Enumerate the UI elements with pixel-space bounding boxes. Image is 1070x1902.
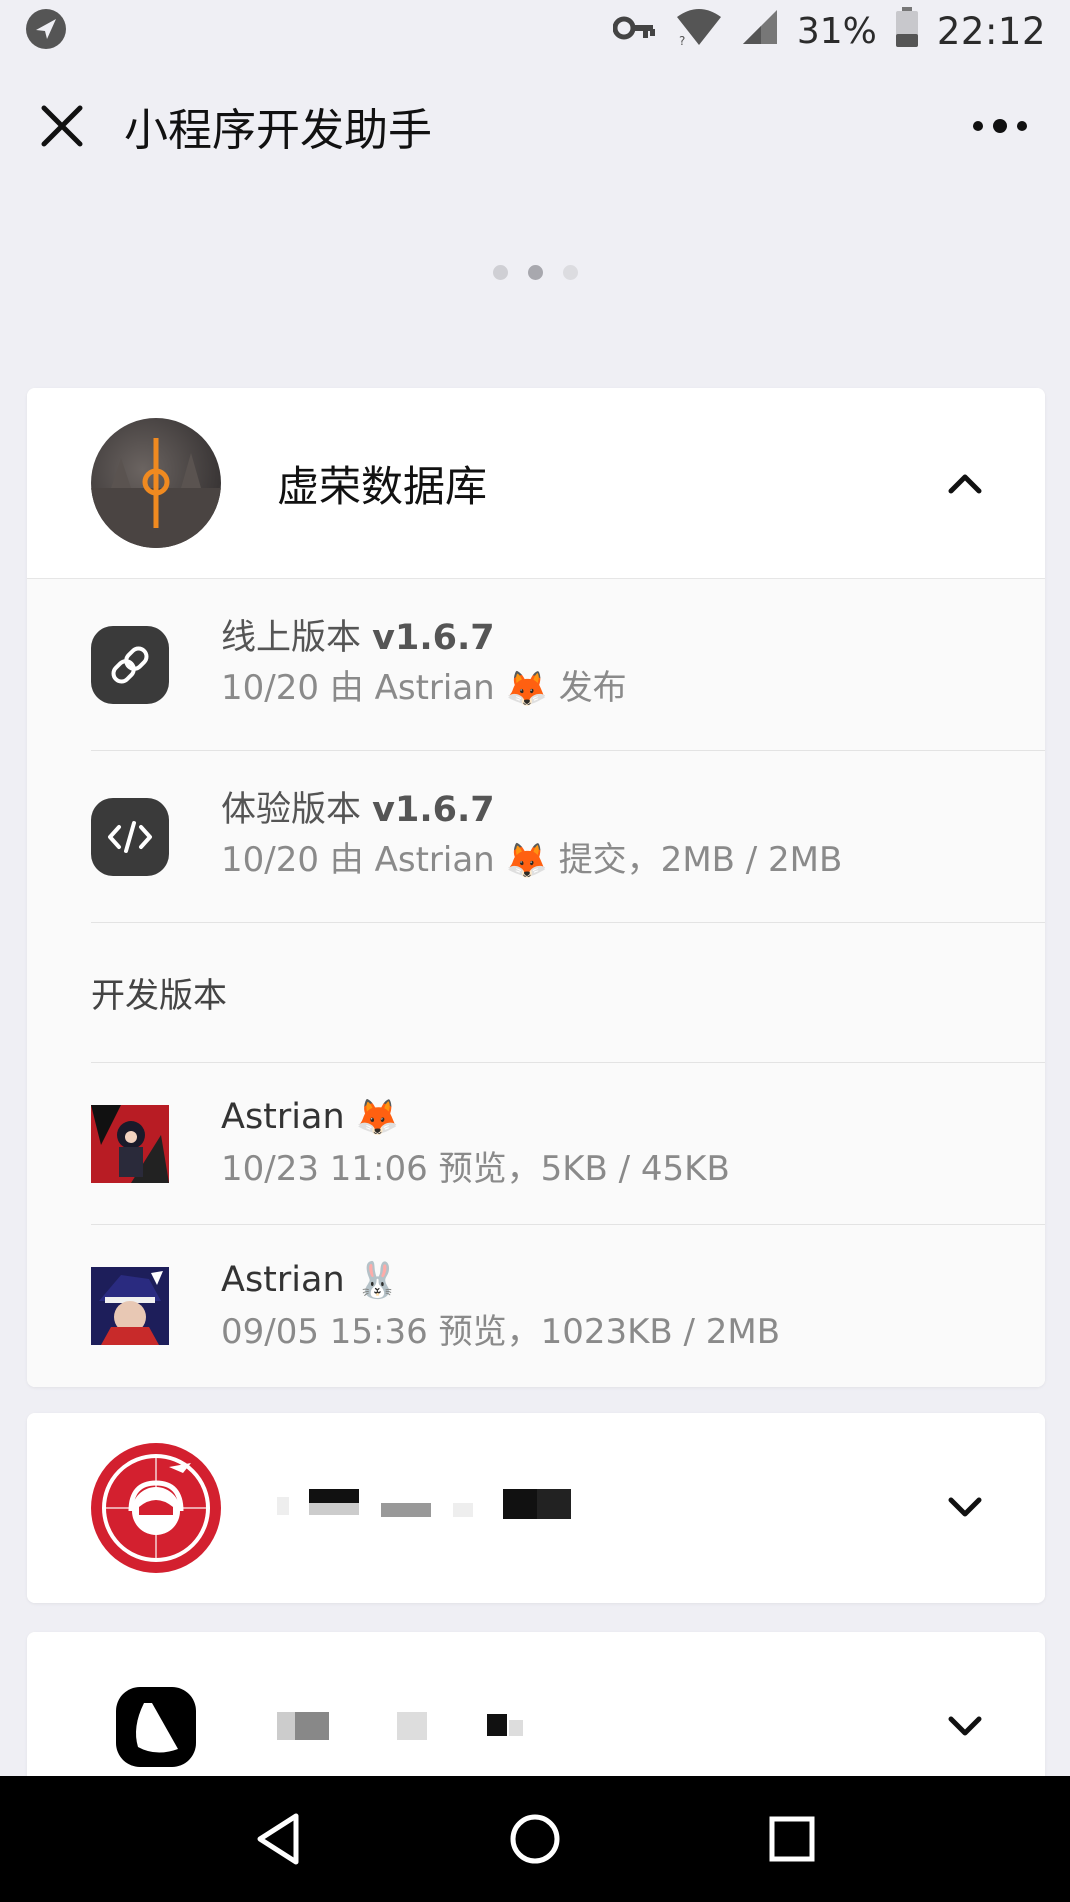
dev-version-detail: 10/23 11:06 预览，5KB / 45KB [221, 1149, 730, 1189]
trial-version-detail: 10/20 由 Astrian [221, 839, 495, 880]
recents-square-icon [769, 1816, 815, 1862]
chevron-down-icon [948, 1497, 982, 1517]
close-icon [41, 105, 83, 147]
trial-version-number: v1.6.7 [372, 789, 495, 830]
rabbit-emoji: 🐰 [355, 1260, 400, 1301]
fox-emoji: 🦊 [355, 1098, 400, 1138]
dev-version-row[interactable]: Astrian 🦊 10/23 11:06 预览，5KB / 45KB [91, 1063, 1045, 1225]
online-version-action: 发布 [558, 667, 627, 708]
trial-version-action: 提交，2MB / 2MB [558, 839, 843, 880]
status-time: 22:12 [936, 9, 1046, 53]
collapse-button[interactable] [935, 453, 995, 513]
fox-emoji: 🦊 [505, 669, 548, 710]
chevron-up-icon [948, 474, 982, 494]
dev-section-label: 开发版本 [91, 923, 1045, 1063]
system-navigation-bar [0, 1776, 1070, 1902]
wifi-icon: ? [675, 7, 723, 56]
app-name-redacted [277, 1483, 935, 1533]
pager-dots [0, 265, 1070, 280]
svg-text:?: ? [679, 34, 685, 47]
back-triangle-icon [257, 1813, 299, 1865]
key-icon [612, 11, 657, 52]
online-version-row[interactable]: 线上版本 v1.6.7 10/20 由 Astrian 🦊 发布 [91, 579, 1045, 751]
dev-user-name: Astrian [221, 1259, 345, 1300]
recents-button[interactable] [747, 1794, 837, 1884]
back-button[interactable] [233, 1794, 323, 1884]
navigation-bar: 小程序开发助手 [0, 80, 1070, 172]
expand-button[interactable] [935, 1478, 995, 1538]
battery-percent: 31% [796, 10, 877, 52]
home-circle-icon [510, 1814, 560, 1864]
app-card-header[interactable]: 虚荣数据库 [27, 388, 1045, 578]
dev-user-name: Astrian [221, 1097, 345, 1137]
page-title: 小程序开发助手 [124, 105, 432, 156]
app-card-body: 线上版本 v1.6.7 10/20 由 Astrian 🦊 发布 体验版本 v1… [27, 578, 1045, 1387]
link-icon [91, 625, 169, 704]
app-name: 虚荣数据库 [277, 461, 488, 511]
fox-emoji: 🦊 [505, 841, 548, 882]
app-avatar [91, 418, 221, 548]
trial-version-row[interactable]: 体验版本 v1.6.7 10/20 由 Astrian 🦊 提交，2MB / 2… [91, 751, 1045, 923]
app-card-collapsed[interactable] [27, 1413, 1045, 1603]
home-button[interactable] [490, 1794, 580, 1884]
online-version-number: v1.6.7 [372, 617, 495, 658]
pager-dot[interactable] [562, 265, 578, 280]
app-avatar [91, 1662, 221, 1792]
battery-icon [895, 6, 919, 56]
app-card-expanded: 虚荣数据库 线上版本 v1.6.7 10/20 由 Astrian 🦊 发布 体… [27, 388, 1045, 1387]
app-card-header[interactable] [27, 1413, 1045, 1603]
pager-dot[interactable] [492, 265, 508, 280]
dev-avatar [91, 1267, 169, 1345]
app-name-redacted [277, 1702, 935, 1752]
navigation-icon [24, 7, 68, 55]
chevron-down-icon [948, 1716, 982, 1736]
more-button[interactable] [960, 96, 1040, 156]
app-logo-icon [116, 1687, 196, 1767]
dev-avatar [91, 1104, 169, 1183]
signal-icon [741, 8, 779, 55]
expand-button[interactable] [935, 1697, 995, 1757]
dev-version-detail: 09/05 15:36 预览，1023KB / 2MB [221, 1311, 781, 1352]
globe-headset-logo-icon [102, 1454, 210, 1562]
more-icon [973, 119, 1027, 133]
dev-version-row[interactable]: Astrian 🐰 09/05 15:36 预览，1023KB / 2MB [91, 1225, 1045, 1387]
app-avatar [91, 1443, 221, 1573]
code-icon [91, 797, 169, 876]
online-version-detail: 10/20 由 Astrian [221, 667, 495, 708]
close-button[interactable] [26, 90, 98, 162]
online-version-label: 线上版本 [221, 617, 362, 658]
pager-dot-active[interactable] [527, 265, 543, 280]
trial-version-label: 体验版本 [221, 789, 362, 830]
status-bar: ? 31% 22:12 [0, 0, 1070, 62]
compass-logo-icon [91, 438, 221, 548]
